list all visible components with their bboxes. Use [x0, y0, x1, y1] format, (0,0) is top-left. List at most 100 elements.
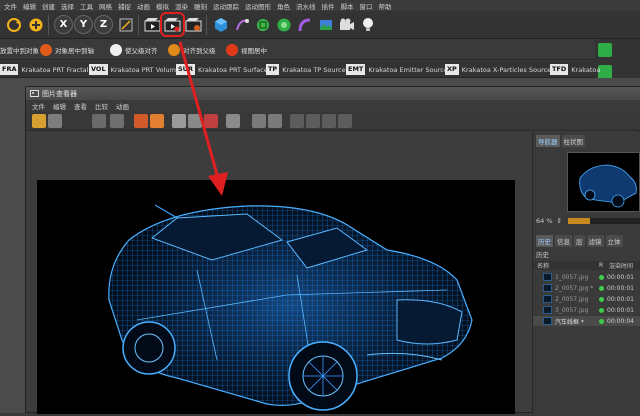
zoom-control[interactable]: 64 % ⇕ [536, 216, 640, 226]
menu-motion-tracking[interactable]: 运动跟踪 [211, 1, 241, 11]
difference-icon[interactable] [322, 114, 336, 128]
render-settings-icon[interactable] [184, 15, 203, 34]
split-icon[interactable] [306, 114, 320, 128]
pv-menu-file[interactable]: 文件 [32, 101, 45, 111]
align-parent-button[interactable]: 使父级对齐 [110, 43, 158, 56]
krakatoa-x-particles-source-button[interactable]: XP Krakatoa X-Particles Source [445, 63, 551, 76]
add-plus-icon[interactable] [26, 15, 45, 34]
cube-icon[interactable] [211, 15, 230, 34]
x-center-icon [226, 43, 238, 56]
y-axis-lock-button[interactable]: Y [74, 15, 93, 34]
camera-icon[interactable] [337, 15, 356, 34]
header-render-time[interactable]: 渲染时间 [609, 261, 633, 270]
ab-compare-icon[interactable] [172, 114, 186, 128]
menu-simulate[interactable]: 模拟 [154, 1, 171, 11]
coordinate-system-icon[interactable] [116, 15, 135, 34]
tab-filters[interactable]: 滤镜 [586, 235, 604, 247]
array-icon[interactable] [274, 15, 293, 34]
menu-sculpt[interactable]: 雕刻 [192, 1, 209, 11]
align-to-parent-button[interactable]: 对齐到父级 [168, 43, 216, 56]
subdivision-surface-icon[interactable] [253, 15, 272, 34]
row-time: 00:00:01 [607, 273, 634, 281]
tab-info[interactable]: 信息 [555, 235, 572, 247]
zoom-dropdown-icon[interactable]: ⇕ [557, 217, 562, 225]
krakatoa-prt-surface-button[interactable]: SUR Krakatoa PRT Surface [176, 63, 268, 76]
stereo-icon[interactable] [188, 114, 202, 128]
x-axis-lock-button[interactable]: X [54, 15, 73, 34]
krakatoa-prt-fractal-button[interactable]: FRA Krakatoa PRT Fractal [0, 63, 88, 76]
menu-edit[interactable]: 编辑 [21, 1, 38, 11]
krakatoa-prt-volume-button[interactable]: VOL Krakatoa PRT Volume [89, 63, 180, 76]
tab-history[interactable]: 历史 [536, 235, 553, 247]
menu-mesh[interactable]: 网格 [97, 1, 114, 11]
menu-render[interactable]: 渲染 [173, 1, 190, 11]
history-row[interactable]: 3_0057.jpg 00:00:01 [533, 305, 640, 315]
menu-tools[interactable]: 工具 [78, 1, 95, 11]
save-icon[interactable] [48, 114, 62, 128]
pv-menu-animation[interactable]: 动画 [116, 101, 129, 111]
pen-spline-icon[interactable] [232, 15, 251, 34]
region-render-icon[interactable] [92, 114, 106, 128]
history-row[interactable]: 2_0057.jpg 00:00:01 [533, 294, 640, 304]
aa-icon[interactable] [226, 114, 240, 128]
history-row-selected[interactable]: 汽车线框 * 00:00:04 [533, 316, 640, 326]
tab-stereo[interactable]: 立体 [605, 235, 623, 247]
open-folder-icon[interactable] [32, 114, 46, 128]
render-view-icon[interactable] [143, 15, 162, 34]
pv-menu-compare[interactable]: 比较 [95, 101, 108, 111]
swap-icon[interactable] [290, 114, 304, 128]
orange-dot-icon [40, 43, 52, 56]
history-row[interactable]: 1_0057.jpg 00:00:01 [533, 272, 640, 282]
menu-script[interactable]: 脚本 [339, 1, 356, 11]
bend-deformer-icon[interactable] [295, 15, 314, 34]
header-name[interactable]: 名称 [537, 261, 599, 270]
menu-file[interactable]: 文件 [2, 1, 19, 11]
set-a-icon[interactable] [252, 114, 266, 128]
set-b-icon[interactable] [268, 114, 282, 128]
krakatoa-tp-source-button[interactable]: TP Krakatoa TP Source [266, 63, 346, 76]
navigator-thumbnail[interactable] [567, 152, 640, 212]
menu-help[interactable]: 帮助 [377, 1, 394, 11]
menu-window[interactable]: 窗口 [358, 1, 375, 11]
tag-fra: FRA [0, 64, 19, 75]
tab-layers[interactable]: 层 [574, 235, 585, 247]
pv-menu-edit[interactable]: 编辑 [53, 101, 66, 111]
picture-viewer-side-panel: 导航器 柱状图 64 % ⇕ 历史 信息 层 滤镜 立体 历史 名称 R 渲染时… [532, 132, 640, 414]
pv-menu-view[interactable]: 查看 [74, 101, 87, 111]
render-image-canvas[interactable] [37, 180, 515, 414]
menu-select[interactable]: 选择 [59, 1, 76, 11]
menu-character[interactable]: 角色 [275, 1, 292, 11]
object-to-axis-button[interactable]: 对象居中到轴 [40, 43, 94, 56]
menu-plugins[interactable]: 插件 [320, 1, 337, 11]
rotate-icon[interactable] [4, 15, 23, 34]
view-center-button[interactable]: 视图居中 [226, 43, 267, 56]
picture-viewer-window: 图片查看器 文件 编辑 查看 比较 动画 导航器 柱状图 64 % ⇕ 历史 信… [25, 86, 640, 414]
menu-pipeline[interactable]: 流水线 [294, 1, 318, 11]
copy-icon[interactable] [134, 114, 148, 128]
z-axis-lock-button[interactable]: Z [94, 15, 113, 34]
gamma-icon[interactable] [338, 114, 352, 128]
render-to-picture-viewer-icon[interactable] [160, 12, 185, 37]
menu-animate[interactable]: 动画 [135, 1, 152, 11]
cube-green-icon[interactable] [598, 43, 612, 57]
krak-label: Krakatoa PRT Volume [110, 65, 180, 74]
history-row[interactable]: 2_0057.jpg * 00:00:01 [533, 283, 640, 293]
menu-create[interactable]: 创建 [40, 1, 57, 11]
menu-snap[interactable]: 捕捉 [116, 1, 133, 11]
zoom-icon[interactable] [110, 114, 124, 128]
status-dot-icon [599, 274, 604, 280]
center-to-object-button[interactable]: 放置中到对象 [0, 43, 39, 56]
zoom-slider[interactable] [567, 218, 640, 224]
tab-navigator[interactable]: 导航器 [536, 135, 560, 147]
environment-icon[interactable] [316, 15, 335, 34]
menu-mograph[interactable]: 运动图形 [243, 1, 273, 11]
header-r[interactable]: R [599, 262, 609, 269]
picture-viewer-titlebar[interactable]: 图片查看器 [26, 87, 640, 100]
krakatoa-emitter-source-button[interactable]: EMT Krakatoa Emitter Source [346, 63, 448, 76]
light-icon[interactable] [358, 15, 377, 34]
channel-icon[interactable] [204, 114, 218, 128]
krakatoa-tfd-button[interactable]: TFD Krakatoa [550, 63, 600, 76]
tab-histogram[interactable]: 柱状图 [561, 135, 585, 147]
picture-viewer-icon [30, 90, 39, 97]
paste-icon[interactable] [150, 114, 164, 128]
